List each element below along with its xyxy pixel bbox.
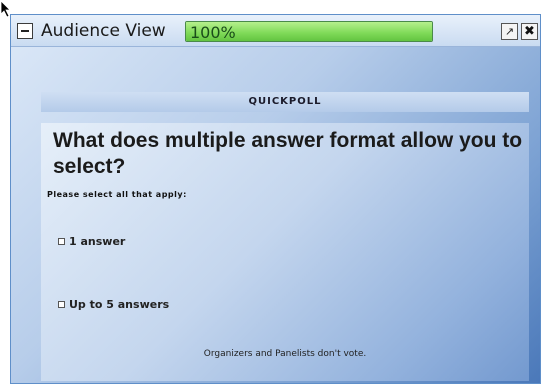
progress-bar: 100% bbox=[185, 21, 433, 42]
progress-label: 100% bbox=[190, 23, 236, 42]
poll-question: What does multiple answer format allow y… bbox=[53, 129, 523, 178]
window-titlebar: Audience View 100% ↗ ✖ bbox=[11, 15, 540, 47]
poll-header: QUICKPOLL bbox=[41, 92, 529, 112]
checkbox-icon[interactable] bbox=[58, 301, 65, 308]
option-label: Up to 5 answers bbox=[69, 298, 170, 311]
poll-option-1[interactable]: 1 answer bbox=[58, 235, 125, 248]
minus-icon[interactable] bbox=[17, 23, 33, 39]
checkbox-icon[interactable] bbox=[58, 238, 65, 245]
poll-instructions: Please select all that apply: bbox=[47, 190, 187, 199]
audience-view-window: Audience View 100% ↗ ✖ QUICKPOLL What do… bbox=[10, 14, 541, 384]
poll-option-2[interactable]: Up to 5 answers bbox=[58, 298, 169, 311]
close-icon[interactable]: ✖ bbox=[521, 23, 538, 40]
poll-footer-note: Organizers and Panelists don't vote. bbox=[203, 349, 367, 359]
poll-panel: What does multiple answer format allow y… bbox=[41, 123, 529, 381]
popout-icon[interactable]: ↗ bbox=[501, 23, 518, 40]
option-label: 1 answer bbox=[69, 235, 126, 248]
window-title: Audience View bbox=[41, 21, 166, 41]
